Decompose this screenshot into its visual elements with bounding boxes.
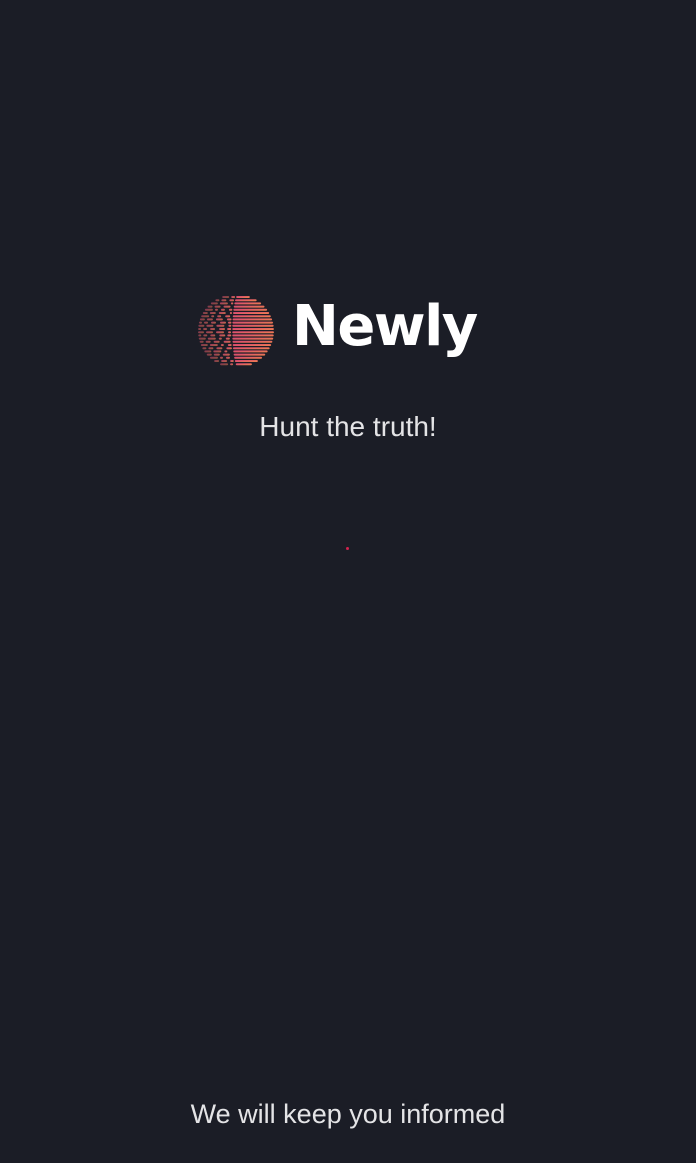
tagline: Hunt the truth!: [259, 411, 437, 442]
splash-screen: Newly Hunt the truth! We will keep you i…: [0, 0, 696, 1163]
loading-dot-icon: [346, 547, 349, 550]
striped-globe-logo-icon: [198, 296, 274, 366]
app-logo: Newly: [196, 292, 478, 368]
footer-message: We will keep you informed: [190, 1099, 506, 1129]
brand-name: Newly: [292, 294, 478, 359]
